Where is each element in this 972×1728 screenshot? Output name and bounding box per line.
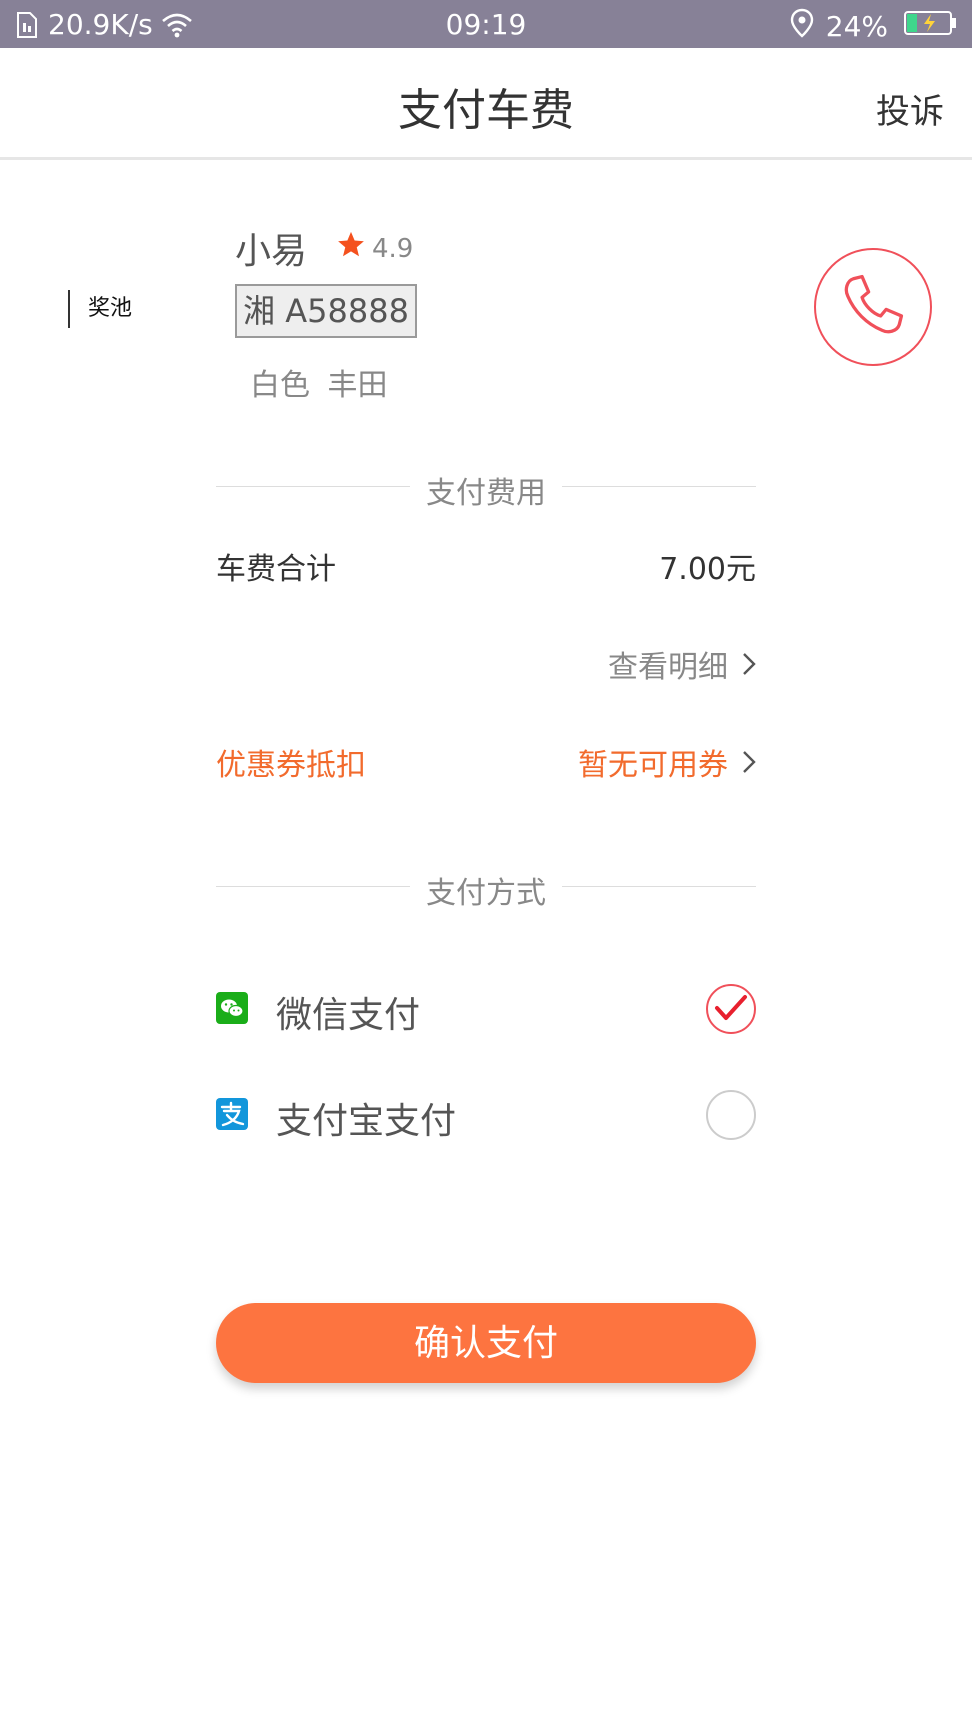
coupon-value-wrap: 暂无可用券 [578, 740, 756, 784]
payment-fee-title: 支付费用 [426, 476, 546, 511]
driver-rating: 4.9 [336, 230, 413, 267]
driver-name: 小易 [235, 231, 308, 272]
location-icon [790, 8, 814, 45]
star-icon [336, 230, 372, 267]
payment-method-divider: 支付方式 [216, 866, 756, 911]
wechat-pay-label: 微信支付 [276, 995, 421, 1036]
fare-total-label: 车费合计 [216, 552, 336, 587]
view-details-link[interactable]: 查看明细 [608, 642, 756, 686]
chevron-right-icon [728, 652, 756, 676]
alipay-label: 支付宝支付 [276, 1101, 457, 1142]
chevron-right-icon [728, 750, 756, 774]
phone-icon [838, 270, 908, 344]
battery-charging-icon [904, 10, 958, 43]
call-driver-button[interactable] [814, 248, 932, 366]
alipay-icon [216, 1098, 248, 1130]
payment-method-title: 支付方式 [426, 876, 546, 911]
fare-total-value: 7.00元 [659, 552, 756, 587]
alipay-radio[interactable] [706, 1090, 756, 1140]
jackpot-label[interactable]: 奖池 [68, 290, 132, 328]
confirm-payment-button[interactable]: 确认支付 [216, 1303, 756, 1383]
license-plate: 湘 A58888 [235, 284, 417, 338]
header: 支付车费 投诉 [0, 48, 972, 160]
divider-line [562, 886, 756, 887]
wechat-pay-radio[interactable] [706, 984, 756, 1034]
status-bar-right: 24% [790, 8, 958, 45]
divider-line [562, 486, 756, 487]
wechat-pay-icon [216, 992, 248, 1024]
status-bar: 20.9K/s 09:19 24% [0, 0, 972, 48]
page-title: 支付车费 [398, 85, 574, 136]
coupon-label: 优惠券抵扣 [216, 748, 366, 783]
car-info: 白色 丰田 [250, 368, 388, 403]
view-details-label: 查看明细 [608, 650, 728, 685]
alipay-option[interactable]: 支付宝支付 [216, 1090, 756, 1146]
battery-percent: 24% [825, 10, 888, 43]
rating-value: 4.9 [372, 233, 414, 264]
payment-fee-divider: 支付费用 [216, 466, 756, 511]
coupon-value: 暂无可用券 [578, 748, 728, 783]
wechat-pay-option[interactable]: 微信支付 [216, 984, 756, 1040]
complain-button[interactable]: 投诉 [876, 84, 944, 133]
